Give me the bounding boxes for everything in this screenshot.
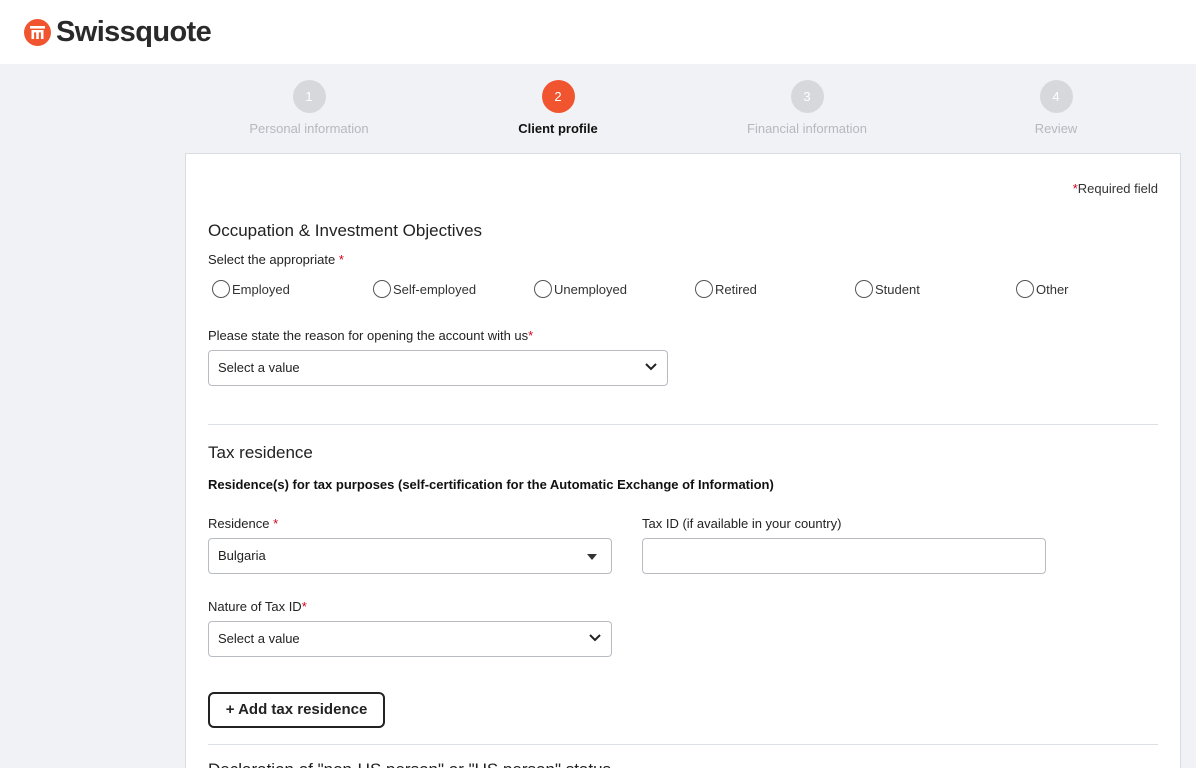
- section-divider: [208, 424, 1158, 425]
- nature-of-tax-id-label: Nature of Tax ID*: [208, 599, 307, 614]
- radio-other[interactable]: Other: [1016, 280, 1069, 298]
- radio-student[interactable]: Student: [855, 280, 920, 298]
- label-text: Nature of Tax ID: [208, 599, 302, 614]
- step-personal-information: 1 Personal information: [209, 80, 409, 136]
- progress-stepper: 1 Personal information 2 Client profile …: [185, 80, 1181, 140]
- tax-id-label: Tax ID (if available in your country): [642, 516, 842, 531]
- tax-section-subtitle: Residence(s) for tax purposes (self-cert…: [208, 477, 774, 492]
- tax-section-title: Tax residence: [208, 443, 313, 462]
- step-number: 2: [541, 80, 575, 113]
- step-review: 4 Review: [956, 80, 1156, 136]
- radio-unemployed[interactable]: Unemployed: [534, 280, 627, 298]
- swissquote-logo[interactable]: Swissquote: [24, 16, 212, 48]
- step-financial-information: 3 Financial information: [707, 80, 907, 136]
- radio-circle-icon: [695, 280, 713, 298]
- nature-of-tax-id-select[interactable]: Select a value: [208, 621, 612, 657]
- radio-employed[interactable]: Employed: [212, 280, 290, 298]
- label-text: Please state the reason for opening the …: [208, 328, 529, 343]
- radio-label: Employed: [232, 281, 290, 297]
- step-label: Client profile: [518, 121, 598, 136]
- radio-circle-icon: [855, 280, 873, 298]
- chevron-down-icon: [589, 634, 601, 642]
- occupation-section-title: Occupation & Investment Objectives: [208, 221, 483, 240]
- radio-circle-icon: [534, 280, 552, 298]
- radio-label: Unemployed: [554, 281, 627, 297]
- required-note-text: Required field: [1077, 181, 1158, 196]
- brand-mark-icon: [24, 18, 51, 46]
- radio-label: Self-employed: [393, 281, 477, 297]
- radio-circle-icon: [373, 280, 391, 298]
- step-number: 3: [790, 80, 824, 113]
- residence-select[interactable]: Bulgaria: [208, 538, 612, 574]
- occupation-radio-group: Employed Self-employed Unemployed Retire…: [212, 280, 1162, 300]
- label-text: Select the appropriate: [208, 252, 336, 267]
- chevron-down-icon: [645, 363, 657, 371]
- label-text: Residence: [208, 516, 270, 531]
- client-profile-form: *Required field Occupation & Investment …: [185, 153, 1181, 768]
- radio-retired[interactable]: Retired: [695, 280, 757, 298]
- residence-select-value: Bulgaria: [218, 548, 266, 563]
- step-number: 4: [1039, 80, 1073, 113]
- step-label: Personal information: [249, 121, 369, 136]
- radio-self-employed[interactable]: Self-employed: [373, 280, 476, 298]
- section-divider: [208, 744, 1158, 745]
- reason-select-value: Select a value: [218, 360, 300, 375]
- required-asterisk: *: [273, 516, 279, 531]
- step-label: Financial information: [747, 121, 867, 136]
- radio-label: Other: [1036, 281, 1069, 297]
- brand-name: Swissquote: [56, 16, 212, 48]
- required-asterisk: *: [301, 599, 307, 614]
- tax-id-input[interactable]: [642, 538, 1046, 574]
- required-asterisk: *: [528, 328, 534, 343]
- step-number: 1: [292, 80, 326, 113]
- radio-circle-icon: [1016, 280, 1034, 298]
- step-label: Review: [1034, 121, 1078, 136]
- add-tax-residence-button[interactable]: + Add tax residence: [208, 692, 385, 728]
- radio-circle-icon: [212, 280, 230, 298]
- nature-select-value: Select a value: [218, 631, 300, 646]
- top-bar: Swissquote: [0, 0, 1196, 64]
- us-person-section-title: Declaration of "non-US person" or "US pe…: [208, 760, 611, 768]
- occupation-select-label: Select the appropriate *: [208, 252, 344, 267]
- residence-label: Residence *: [208, 516, 278, 531]
- step-client-profile: 2 Client profile: [458, 80, 658, 136]
- radio-label: Retired: [715, 281, 757, 297]
- radio-label: Student: [875, 281, 920, 297]
- required-field-note: *Required field: [1073, 181, 1158, 196]
- reason-select[interactable]: Select a value: [208, 350, 668, 386]
- reason-label: Please state the reason for opening the …: [208, 328, 533, 343]
- caret-down-icon: [587, 554, 597, 560]
- required-asterisk: *: [338, 252, 344, 267]
